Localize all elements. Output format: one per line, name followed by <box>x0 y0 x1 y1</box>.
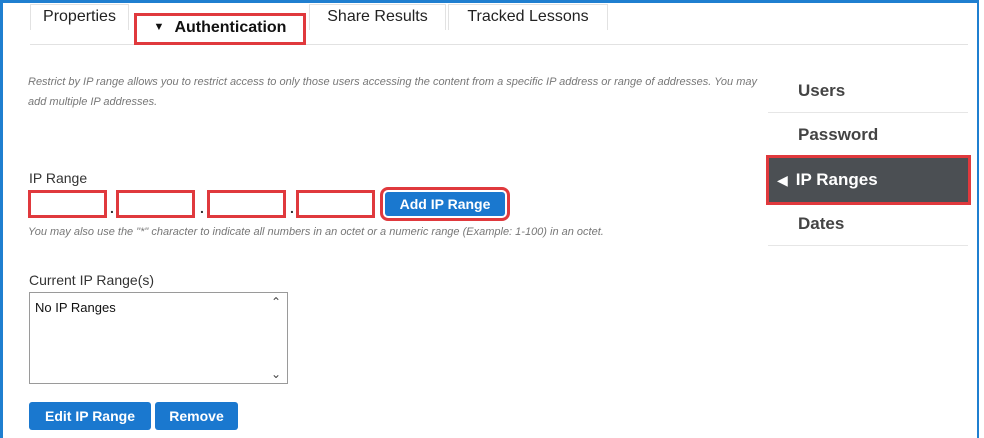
octet-separator: . <box>200 200 204 216</box>
current-ip-ranges-label: Current IP Range(s) <box>29 272 155 288</box>
octet-separator: . <box>290 200 294 216</box>
remove-button[interactable]: Remove <box>155 402 238 430</box>
ip-hint-text: You may also use the "*" character to in… <box>28 226 604 238</box>
sidebar-item-users[interactable]: Users <box>768 69 968 113</box>
sidebar-item-label: Users <box>798 81 846 100</box>
tab-label: Authentication <box>174 19 287 36</box>
sidebar-item-label: Password <box>798 125 879 144</box>
scroll-down-icon[interactable]: ⌄ <box>271 367 281 381</box>
ip-octet-4-input[interactable] <box>296 190 375 218</box>
edit-ip-range-button[interactable]: Edit IP Range <box>29 402 151 430</box>
description-text: Restrict by IP range allows you to restr… <box>28 76 757 108</box>
caret-left-icon: ◀ <box>777 172 788 188</box>
ip-octet-1-input[interactable] <box>28 190 107 218</box>
ip-octet-3-input[interactable] <box>207 190 286 218</box>
tab-label: Tracked Lessons <box>467 8 589 25</box>
ip-octet-2-input[interactable] <box>116 190 195 218</box>
sidebar-item-dates[interactable]: Dates <box>768 202 968 246</box>
tab-label: Share Results <box>327 8 428 25</box>
scroll-up-icon[interactable]: ⌃ <box>271 295 281 309</box>
sidebar-item-password[interactable]: Password <box>768 113 968 157</box>
octet-separator: . <box>110 200 114 216</box>
ip-range-label: IP Range <box>29 170 88 186</box>
caret-down-icon: ▼ <box>153 21 165 33</box>
tab-properties[interactable]: Properties <box>30 4 129 30</box>
list-item[interactable]: No IP Ranges <box>35 300 116 315</box>
sidebar-item-label: IP Ranges <box>795 170 878 189</box>
current-ip-ranges-listbox[interactable]: No IP Ranges ⌃ ⌄ <box>29 292 288 384</box>
tab-authentication[interactable]: ▼ Authentication <box>134 13 306 45</box>
sidebar-item-label: Dates <box>798 214 845 233</box>
tab-share-results[interactable]: Share Results <box>309 4 446 30</box>
tab-label: Properties <box>43 8 116 25</box>
sidebar-item-ip-ranges[interactable]: ◀ IP Ranges <box>766 155 971 205</box>
tab-tracked-lessons[interactable]: Tracked Lessons <box>448 4 608 30</box>
add-ip-range-button[interactable]: Add IP Range <box>380 187 510 221</box>
